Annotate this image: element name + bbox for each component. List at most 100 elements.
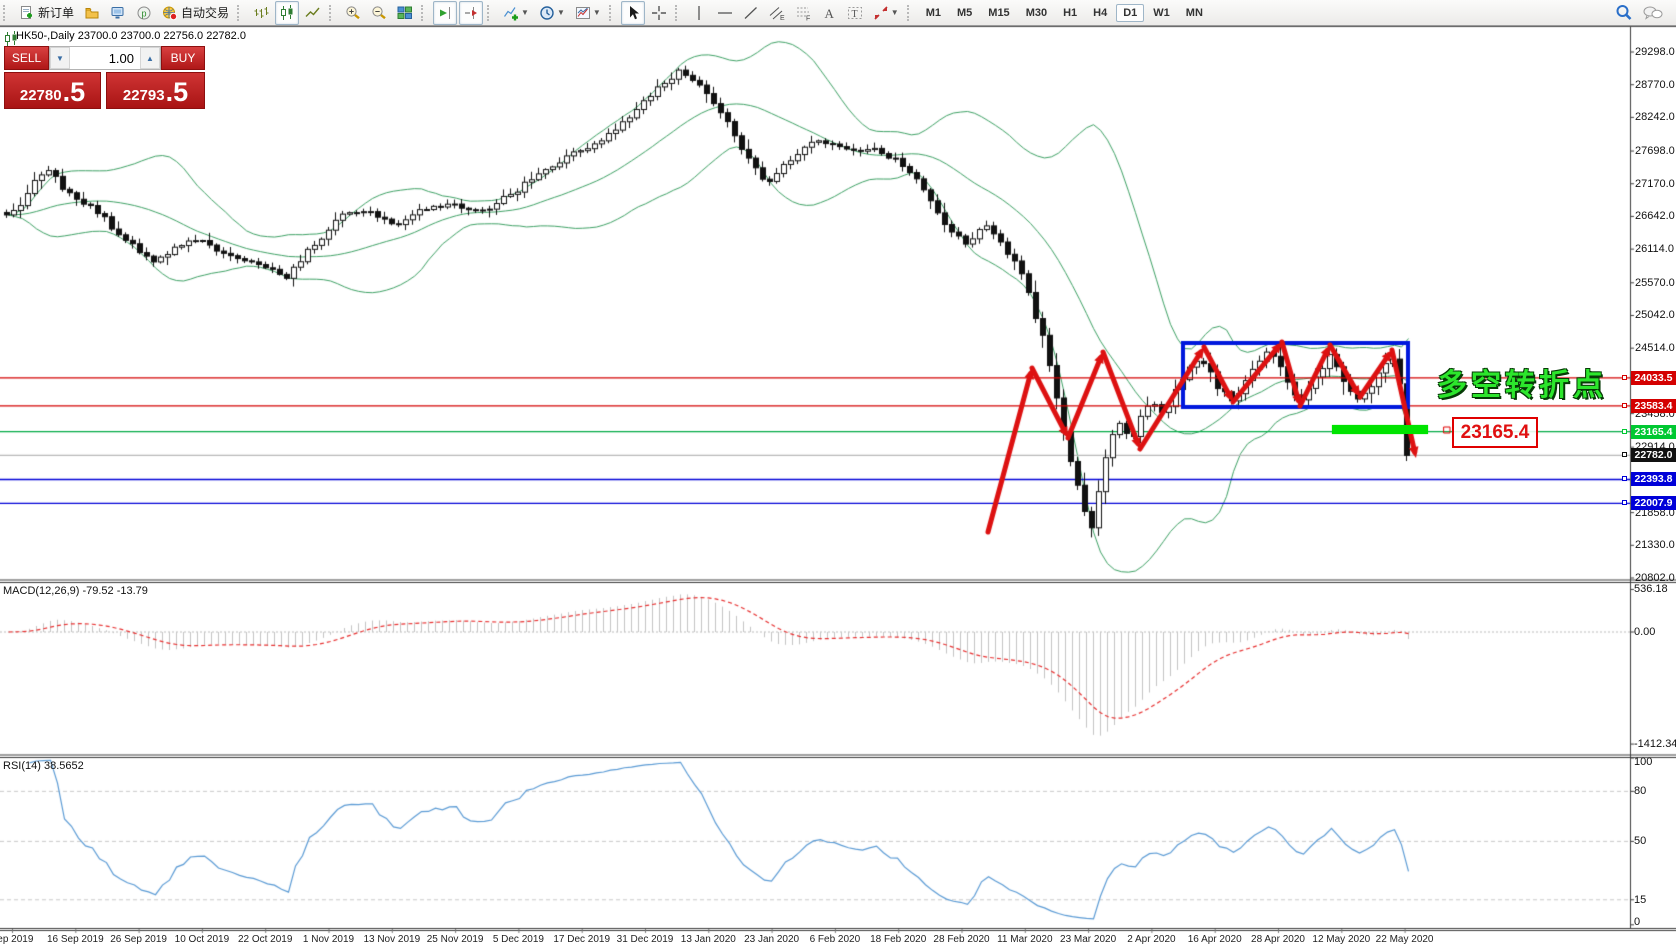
profiles-button[interactable]: [80, 1, 104, 25]
toolbar-grip[interactable]: [675, 5, 682, 21]
toolbar-grip[interactable]: [487, 5, 494, 21]
svg-text:F: F: [806, 15, 810, 21]
toolbar-grip[interactable]: [3, 5, 10, 21]
periods-icon: [539, 5, 555, 21]
search-button[interactable]: [1611, 1, 1637, 25]
price-badge-23583.4: 23583.4: [1631, 399, 1676, 413]
timeframe-button-w1[interactable]: W1: [1146, 4, 1177, 22]
toolbar-group: 新订单 p自动交易: [0, 0, 234, 26]
chart-shift-icon: [463, 5, 479, 21]
candlestick-chart-button[interactable]: [275, 1, 299, 25]
rsi-axis-tick: 0: [1634, 916, 1640, 928]
indicators-icon: [503, 5, 519, 21]
date-axis-label: 23 Jan 2020: [744, 934, 799, 945]
bar-chart-button[interactable]: [249, 1, 273, 25]
timeframe-button-d1[interactable]: D1: [1116, 4, 1144, 22]
date-axis-label: 22 May 2020: [1376, 934, 1434, 945]
zoom-out-button[interactable]: [367, 1, 391, 25]
tile-windows-button[interactable]: [393, 1, 417, 25]
macd-indicator-label: MACD(12,26,9) -79.52 -13.79: [3, 585, 148, 597]
price-axis-tick: 26114.0: [1635, 243, 1674, 255]
cursor-button[interactable]: [621, 1, 645, 25]
sell-price-display[interactable]: 22780 .5: [4, 72, 101, 109]
text-icon: A: [821, 5, 837, 21]
line-anchor-marker[interactable]: [1622, 476, 1627, 481]
price-badge-23165.4: 23165.4: [1631, 425, 1676, 439]
fibonacci-button[interactable]: F: [791, 1, 815, 25]
bar-chart-icon: [253, 5, 269, 21]
vertical-line-button[interactable]: [687, 1, 711, 25]
volume-increase-button[interactable]: ▲: [140, 47, 160, 69]
price-axis-tick: 28770.0: [1635, 79, 1675, 91]
macd-axis-tick: 536.18: [1634, 583, 1668, 595]
line-anchor-marker[interactable]: [1622, 452, 1627, 457]
macd-axis-tick: 0.00: [1634, 626, 1655, 638]
toolbar-grip[interactable]: [421, 5, 428, 21]
timeframe-button-h1[interactable]: H1: [1056, 4, 1084, 22]
chat-button[interactable]: [1639, 1, 1667, 25]
line-anchor-marker[interactable]: [1622, 403, 1627, 408]
periods-button[interactable]: ▼: [535, 1, 569, 25]
line-anchor-marker[interactable]: [1622, 500, 1627, 505]
timeframe-button-m30[interactable]: M30: [1019, 4, 1054, 22]
toolbar-group: ▼ ▼ ▼: [484, 0, 606, 26]
date-axis-label: 25 Nov 2019: [427, 934, 484, 945]
templates-button[interactable]: ▼: [571, 1, 605, 25]
timeframe-button-m5[interactable]: M5: [950, 4, 979, 22]
chart-title-ohlc: HK50-,Daily 23700.0 23700.0 22756.0 2278…: [16, 30, 246, 42]
chart-shift-button[interactable]: [459, 1, 483, 25]
price-axis-tick: 25042.0: [1635, 309, 1675, 321]
main-toolbar: 新订单 p自动交易 ▼ ▼ ▼ E F AT ▼ M1M5M15M30H1H4D1W1MN: [0, 0, 1676, 26]
indicators-button[interactable]: ▼: [499, 1, 533, 25]
data-window-button[interactable]: p: [132, 1, 156, 25]
templates-dropdown-arrow-icon[interactable]: ▼: [593, 8, 601, 17]
auto-trading-button[interactable]: 自动交易: [158, 1, 233, 25]
toolbar-grip[interactable]: [329, 5, 336, 21]
crosshair-button[interactable]: [647, 1, 671, 25]
equidistant-channel-button[interactable]: E: [765, 1, 789, 25]
arrows-dropdown-arrow-icon[interactable]: ▼: [891, 8, 899, 17]
market-watch-button[interactable]: [106, 1, 130, 25]
timeframe-button-h4[interactable]: H4: [1086, 4, 1114, 22]
text-button[interactable]: A: [817, 1, 841, 25]
date-axis-label: Sep 2019: [0, 934, 33, 945]
toolbar-grip[interactable]: [609, 5, 616, 21]
arrows-icon: [873, 5, 889, 21]
price-axis-tick: 26642.0: [1635, 210, 1675, 222]
timeframe-button-m15[interactable]: M15: [981, 4, 1016, 22]
line-anchor-marker[interactable]: [1622, 429, 1627, 434]
support-highlight-bar[interactable]: [1332, 425, 1428, 434]
horizontal-line-button[interactable]: [713, 1, 737, 25]
price-callout-label[interactable]: 23165.4: [1452, 417, 1538, 448]
toolbar-grip[interactable]: [237, 5, 244, 21]
text-label-button[interactable]: T: [843, 1, 867, 25]
indicators-dropdown-arrow-icon[interactable]: ▼: [521, 8, 529, 17]
periods-dropdown-arrow-icon[interactable]: ▼: [557, 8, 565, 17]
auto-scroll-button[interactable]: [433, 1, 457, 25]
toolbar-grip[interactable]: [907, 5, 914, 21]
equidistant-channel-icon: E: [769, 5, 785, 21]
timeframe-button-mn[interactable]: MN: [1179, 4, 1210, 22]
buy-button[interactable]: BUY: [161, 46, 205, 70]
volume-decrease-button[interactable]: ▼: [50, 47, 70, 69]
cursor-icon: [625, 5, 641, 21]
turning-point-annotation[interactable]: 多空转折点: [1437, 360, 1607, 404]
price-badge-22007.9: 22007.9: [1631, 496, 1676, 510]
date-axis-label: 23 Mar 2020: [1060, 934, 1116, 945]
buy-price-display[interactable]: 22793 .5: [106, 72, 205, 109]
timeframe-button-m1[interactable]: M1: [919, 4, 948, 22]
zoom-in-button[interactable]: [341, 1, 365, 25]
toolbar-group: [234, 0, 326, 26]
trendline-button[interactable]: [739, 1, 763, 25]
search-icon: [1615, 4, 1633, 22]
line-chart-button[interactable]: [301, 1, 325, 25]
volume-input[interactable]: [70, 50, 140, 67]
sell-button[interactable]: SELL: [4, 46, 49, 70]
date-axis-label: 12 May 2020: [1312, 934, 1370, 945]
arrows-button[interactable]: ▼: [869, 1, 903, 25]
line-anchor-marker[interactable]: [1622, 375, 1627, 380]
chart-canvas[interactable]: [0, 0, 1676, 950]
new-order-button[interactable]: 新订单: [15, 1, 78, 25]
date-axis-label: 17 Dec 2019: [553, 934, 610, 945]
price-axis-tick: 20802.0: [1635, 572, 1675, 584]
